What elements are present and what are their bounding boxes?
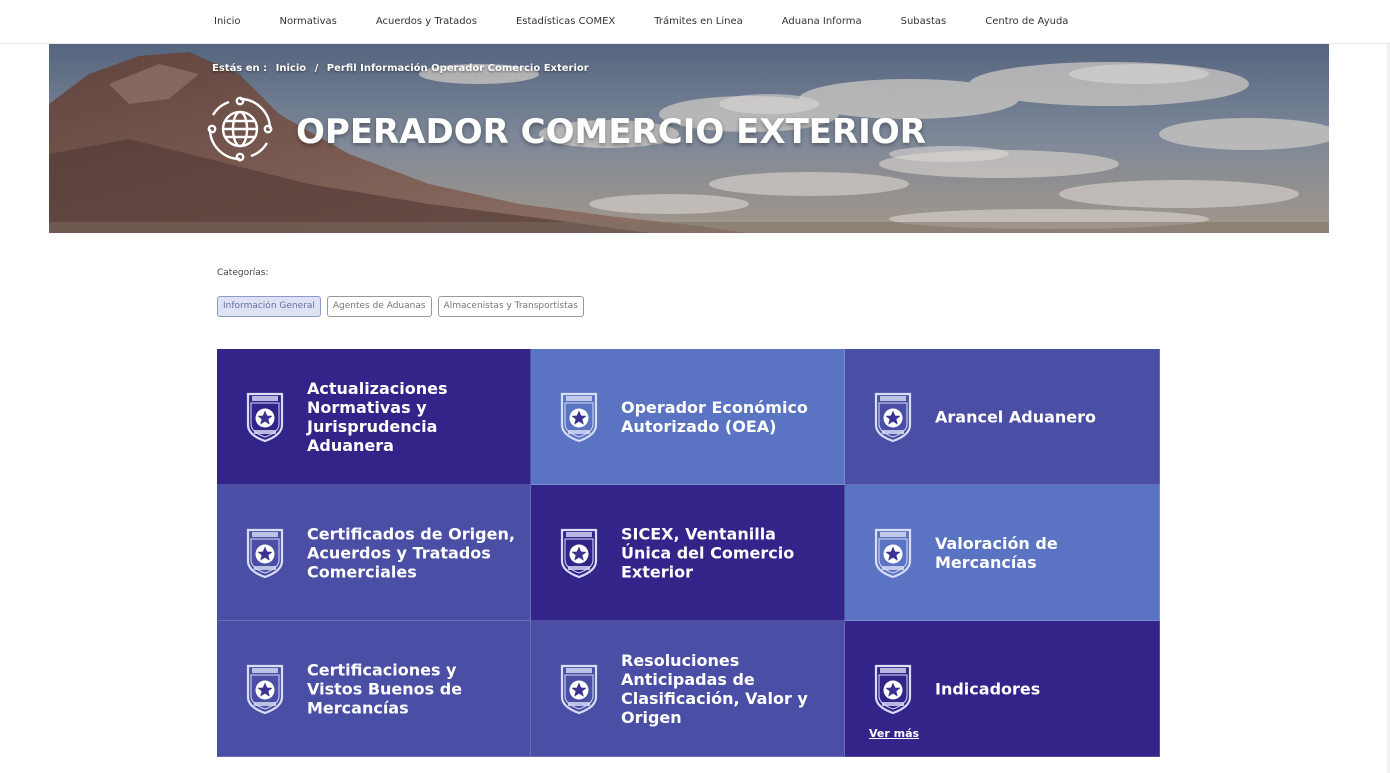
aduanas-shield-icon xyxy=(873,391,913,443)
globe-network-icon xyxy=(207,96,273,162)
tile-label: Arancel Aduanero xyxy=(935,407,1096,426)
aduanas-shield-icon xyxy=(559,663,599,715)
tile-label: Certificaciones y Vistos Buenos de Merca… xyxy=(307,660,463,717)
hero-banner: Estás en : Inicio / Perfil Información O… xyxy=(49,44,1329,233)
info-tile-grid: Actualizaciones Normativas y Jurispruden… xyxy=(217,349,1160,757)
aduanas-shield-icon xyxy=(559,391,599,443)
tile-label: SICEX, Ventanilla Única del Comercio Ext… xyxy=(621,524,795,581)
nav-item-estadisticas[interactable]: Estadísticas COMEX xyxy=(516,16,615,27)
tile-arancel-aduanero[interactable]: Arancel Aduanero xyxy=(845,349,1160,485)
categories-label: Categorías: xyxy=(217,268,269,278)
tile-sicex[interactable]: SICEX, Ventanilla Única del Comercio Ext… xyxy=(531,485,845,621)
tile-label: Indicadores xyxy=(935,679,1041,698)
top-nav-list: Inicio Normativas Acuerdos y Tratados Es… xyxy=(214,0,1068,43)
tile-label: Valoración de Mercancías xyxy=(935,533,1058,572)
nav-item-centro-ayuda[interactable]: Centro de Ayuda xyxy=(985,16,1068,27)
category-tabs: Información General Agentes de Aduanas A… xyxy=(217,296,584,317)
nav-item-tramites[interactable]: Trámites en Linea xyxy=(654,16,743,27)
aduanas-shield-icon xyxy=(559,527,599,579)
breadcrumb-prefix: Estás en : xyxy=(212,63,268,74)
tile-label: Certificados de Origen, Acuerdos y Trata… xyxy=(307,524,515,581)
nav-item-acuerdos[interactable]: Acuerdos y Tratados xyxy=(376,16,477,27)
tile-label: Actualizaciones Normativas y Jurispruden… xyxy=(307,378,448,455)
aduanas-shield-icon xyxy=(873,527,913,579)
ver-mas-link[interactable]: Ver más xyxy=(869,727,919,740)
tile-actualizaciones-normativas[interactable]: Actualizaciones Normativas y Jurispruden… xyxy=(217,349,531,485)
tile-label: Resoluciones Anticipadas de Clasificació… xyxy=(621,650,808,727)
tile-label: Operador Económico Autorizado (OEA) xyxy=(621,397,808,436)
aduanas-shield-icon xyxy=(245,663,285,715)
nav-item-aduana-informa[interactable]: Aduana Informa xyxy=(782,16,862,27)
tab-agentes-aduanas[interactable]: Agentes de Aduanas xyxy=(326,296,432,317)
nav-item-normativas[interactable]: Normativas xyxy=(279,16,336,27)
aduanas-shield-icon xyxy=(873,663,913,715)
breadcrumb-current: Perfil Información Operador Comercio Ext… xyxy=(326,63,589,74)
tile-certificaciones-vistos-buenos[interactable]: Certificaciones y Vistos Buenos de Merca… xyxy=(217,621,531,757)
tile-indicadores[interactable]: Indicadores Ver más xyxy=(845,621,1160,757)
top-nav: Inicio Normativas Acuerdos y Tratados Es… xyxy=(0,0,1390,44)
tile-operador-economico-autorizado[interactable]: Operador Económico Autorizado (OEA) xyxy=(531,349,845,485)
nav-item-inicio[interactable]: Inicio xyxy=(214,16,240,27)
tile-valoracion-mercancias[interactable]: Valoración de Mercancías xyxy=(845,485,1160,621)
aduanas-shield-icon xyxy=(245,391,285,443)
tile-resoluciones-anticipadas[interactable]: Resoluciones Anticipadas de Clasificació… xyxy=(531,621,845,757)
breadcrumb: Estás en : Inicio / Perfil Información O… xyxy=(212,63,594,74)
nav-item-subastas[interactable]: Subastas xyxy=(901,16,947,27)
tab-informacion-general[interactable]: Información General xyxy=(217,296,321,317)
page-title: OPERADOR COMERCIO EXTERIOR xyxy=(296,112,926,152)
aduanas-shield-icon xyxy=(245,527,285,579)
breadcrumb-separator: / xyxy=(314,63,319,74)
tile-certificados-origen[interactable]: Certificados de Origen, Acuerdos y Trata… xyxy=(217,485,531,621)
tab-almacenistas-transportistas[interactable]: Almacenistas y Transportistas xyxy=(437,296,584,317)
breadcrumb-home-link[interactable]: Inicio xyxy=(276,63,307,74)
